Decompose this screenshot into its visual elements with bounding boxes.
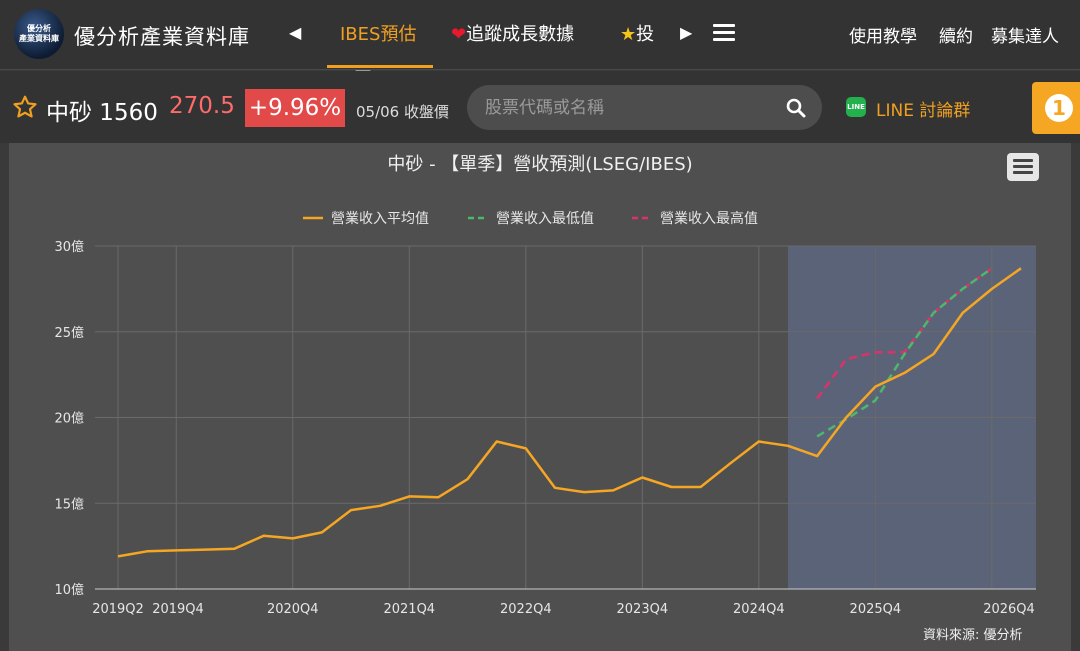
line-app-icon: LINE [846, 97, 866, 117]
chart-title: 中砂 - 【單季】營收預測(LSEG/IBES) [387, 154, 693, 175]
active-tab-indicator [327, 65, 433, 68]
tab-investment[interactable]: ★投 [620, 20, 657, 46]
site-logo[interactable]: 優分析 產業資料庫 [14, 9, 64, 59]
logo-text-line-2: 產業資料庫 [19, 34, 59, 43]
tab-ibes[interactable]: IBES預估 [340, 20, 416, 46]
legend-label-low: 營業收入最低值 [496, 211, 594, 227]
tab-investment-label: 投 [636, 24, 655, 45]
legend-item-low[interactable]: 營業收入最低值 [468, 208, 594, 228]
chart-export-menu-icon[interactable] [1007, 153, 1039, 181]
nav-prev-arrow-icon[interactable]: ◀ [289, 23, 301, 42]
nav-next-arrow-icon[interactable]: ▶ [680, 23, 692, 42]
legend-label-high: 營業收入最高值 [660, 211, 758, 227]
line-group-link[interactable]: LINE 討論群 [876, 96, 970, 121]
favorite-star-icon[interactable] [12, 94, 38, 120]
heart-icon: ❤ [451, 24, 467, 45]
search-icon[interactable] [786, 98, 806, 118]
tab-growth-tracking-label: 追蹤成長數據 [466, 24, 575, 45]
legend-swatch-average [303, 216, 323, 220]
stock-name-code: 中砂 1560 [46, 100, 158, 126]
logo-text-line-1: 優分析 [27, 24, 51, 33]
main-menu-icon[interactable] [713, 24, 735, 42]
data-source-label: 資料來源: 優分析 [923, 628, 1023, 643]
recruit-link[interactable]: 募集達人 [991, 22, 1059, 47]
renew-link[interactable]: 續約 [939, 22, 973, 47]
stock-search-box[interactable] [467, 85, 822, 130]
legend-item-high[interactable]: 營業收入最高值 [632, 208, 758, 228]
legend-swatch-high [632, 216, 652, 220]
stock-change-badge: +9.96% [245, 89, 345, 127]
search-input[interactable] [485, 85, 775, 130]
notification-count-badge: 1 [1045, 94, 1073, 122]
legend-swatch-low [468, 216, 488, 220]
tab-growth-tracking[interactable]: ❤追蹤成長數據 [451, 20, 574, 46]
site-title[interactable]: 優分析產業資料庫 [74, 21, 250, 51]
notification-button[interactable]: 1 [1032, 82, 1080, 134]
stock-price: 270.5 [169, 93, 235, 119]
star-icon: ★ [620, 24, 637, 45]
legend-item-average[interactable]: 營業收入平均值 [303, 208, 429, 228]
tutorial-link[interactable]: 使用教學 [849, 22, 917, 47]
close-price-date: 05/06 收盤價 [356, 103, 449, 121]
legend-label-average: 營業收入平均值 [331, 211, 429, 227]
